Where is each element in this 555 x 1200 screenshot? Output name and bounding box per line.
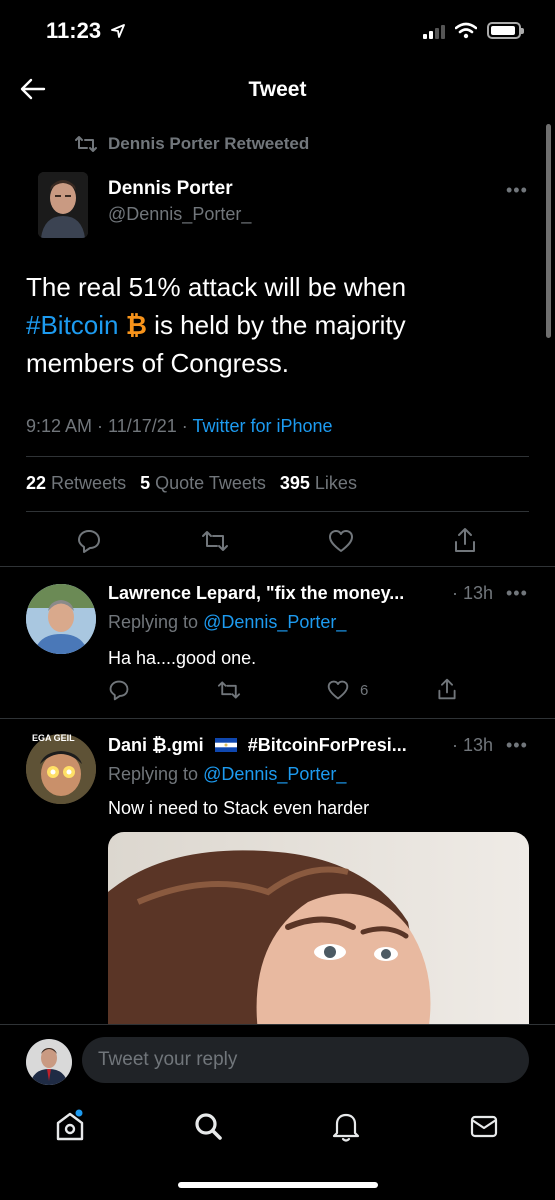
like-heart-icon[interactable] — [327, 528, 355, 554]
clock: 11:23 — [46, 18, 126, 44]
quote-tweets-stat[interactable]: 5 Quote Tweets — [140, 473, 266, 494]
mail-icon — [470, 1115, 498, 1138]
avatar-portrait-icon — [26, 734, 96, 804]
status-bar: 11:23 — [0, 0, 555, 62]
retweet-icon[interactable] — [200, 528, 230, 554]
bitcoin-emoji: ₿ — [125, 310, 147, 340]
meme-image-icon — [108, 832, 529, 1032]
replying-to: Replying to @Dennis_Porter_ — [108, 764, 347, 784]
replying-to-handle[interactable]: @Dennis_Porter_ — [203, 612, 346, 632]
retweet-context: Dennis Porter Retweeted — [74, 134, 309, 154]
reply-time: · 13h — [452, 735, 494, 755]
reply-media-image[interactable] — [108, 832, 529, 1032]
search-icon — [195, 1113, 222, 1140]
my-avatar[interactable] — [26, 1039, 72, 1085]
author-info[interactable]: Dennis Porter @Dennis_Porter_ — [108, 178, 251, 225]
battery-icon — [487, 22, 524, 39]
reply-avatar[interactable] — [26, 584, 96, 654]
reply-text: Now i need to Stack even harder — [108, 798, 370, 818]
flag-el-salvador-icon — [214, 738, 237, 752]
share-icon[interactable] — [436, 677, 458, 701]
reply-item[interactable]: Lawrence Lepard, "fix the money... · 13h… — [0, 567, 555, 717]
cellular-signal-icon — [423, 23, 445, 39]
page-title: Tweet — [248, 78, 307, 101]
avatar-portrait-icon — [26, 1039, 72, 1085]
tab-search[interactable] — [190, 1108, 226, 1144]
more-options-icon[interactable]: ••• — [506, 735, 528, 756]
likes-stat[interactable]: 395 Likes — [280, 473, 357, 494]
home-icon — [56, 1109, 84, 1141]
author-avatar[interactable] — [38, 172, 88, 238]
bell-icon — [332, 1113, 360, 1142]
author-handle[interactable]: @Dennis_Porter_ — [108, 204, 251, 225]
tweet-meta: 9:12 AM · 11/17/21 · Twitter for iPhone — [26, 416, 333, 436]
avatar-caption: EGA GEIL — [32, 733, 75, 743]
reply-input[interactable] — [82, 1037, 529, 1083]
tab-messages[interactable] — [466, 1108, 502, 1144]
like-count: 6 — [360, 681, 369, 699]
more-options-icon[interactable]: ••• — [506, 180, 528, 201]
tweet-stats: 22 Retweets 5 Quote Tweets 395 Likes — [26, 473, 357, 494]
reply-icon[interactable] — [108, 679, 130, 701]
reply-time: · 13h — [452, 583, 494, 603]
avatar-portrait-icon — [26, 584, 96, 654]
share-icon[interactable] — [452, 526, 478, 554]
replying-to-handle[interactable]: @Dennis_Porter_ — [203, 764, 346, 784]
retweet-icon — [75, 136, 97, 152]
divider — [26, 456, 529, 457]
tweet-body: The real 51% attack will be when #Bitcoi… — [26, 272, 407, 378]
reply-author-name[interactable]: Dani ₿.gmi #BitcoinForPresi... — [108, 735, 407, 756]
reply-composer — [0, 1024, 555, 1096]
more-options-icon[interactable]: ••• — [506, 583, 528, 604]
scrollbar[interactable] — [546, 124, 551, 338]
hashtag-bitcoin[interactable]: #Bitcoin — [26, 310, 119, 340]
reply-like[interactable]: 6 — [326, 679, 368, 701]
reply-text: Ha ha....good one. — [108, 648, 257, 668]
like-heart-icon[interactable] — [326, 679, 350, 701]
avatar-portrait-icon — [38, 172, 88, 238]
name-hashtag: #BitcoinForPresi... — [247, 735, 407, 755]
wifi-icon — [455, 22, 477, 39]
tweet-actions — [0, 522, 555, 562]
retweets-stat[interactable]: 22 Retweets — [26, 473, 126, 494]
author-name[interactable]: Dennis Porter — [108, 178, 251, 200]
tab-notifications[interactable] — [328, 1108, 364, 1144]
reply-author-name[interactable]: Lawrence Lepard, "fix the money... — [108, 583, 404, 604]
home-indicator[interactable] — [178, 1182, 378, 1188]
tweet-source-link[interactable]: Twitter for iPhone — [192, 416, 332, 436]
replying-to: Replying to @Dennis_Porter_ — [108, 612, 347, 632]
location-arrow-icon — [111, 24, 126, 38]
reply-avatar[interactable] — [26, 734, 96, 804]
reply-icon[interactable] — [76, 528, 102, 554]
divider — [26, 511, 529, 512]
nav-bar: Tweet — [0, 62, 555, 118]
tab-home[interactable] — [52, 1108, 88, 1144]
retweet-icon[interactable] — [216, 679, 242, 701]
